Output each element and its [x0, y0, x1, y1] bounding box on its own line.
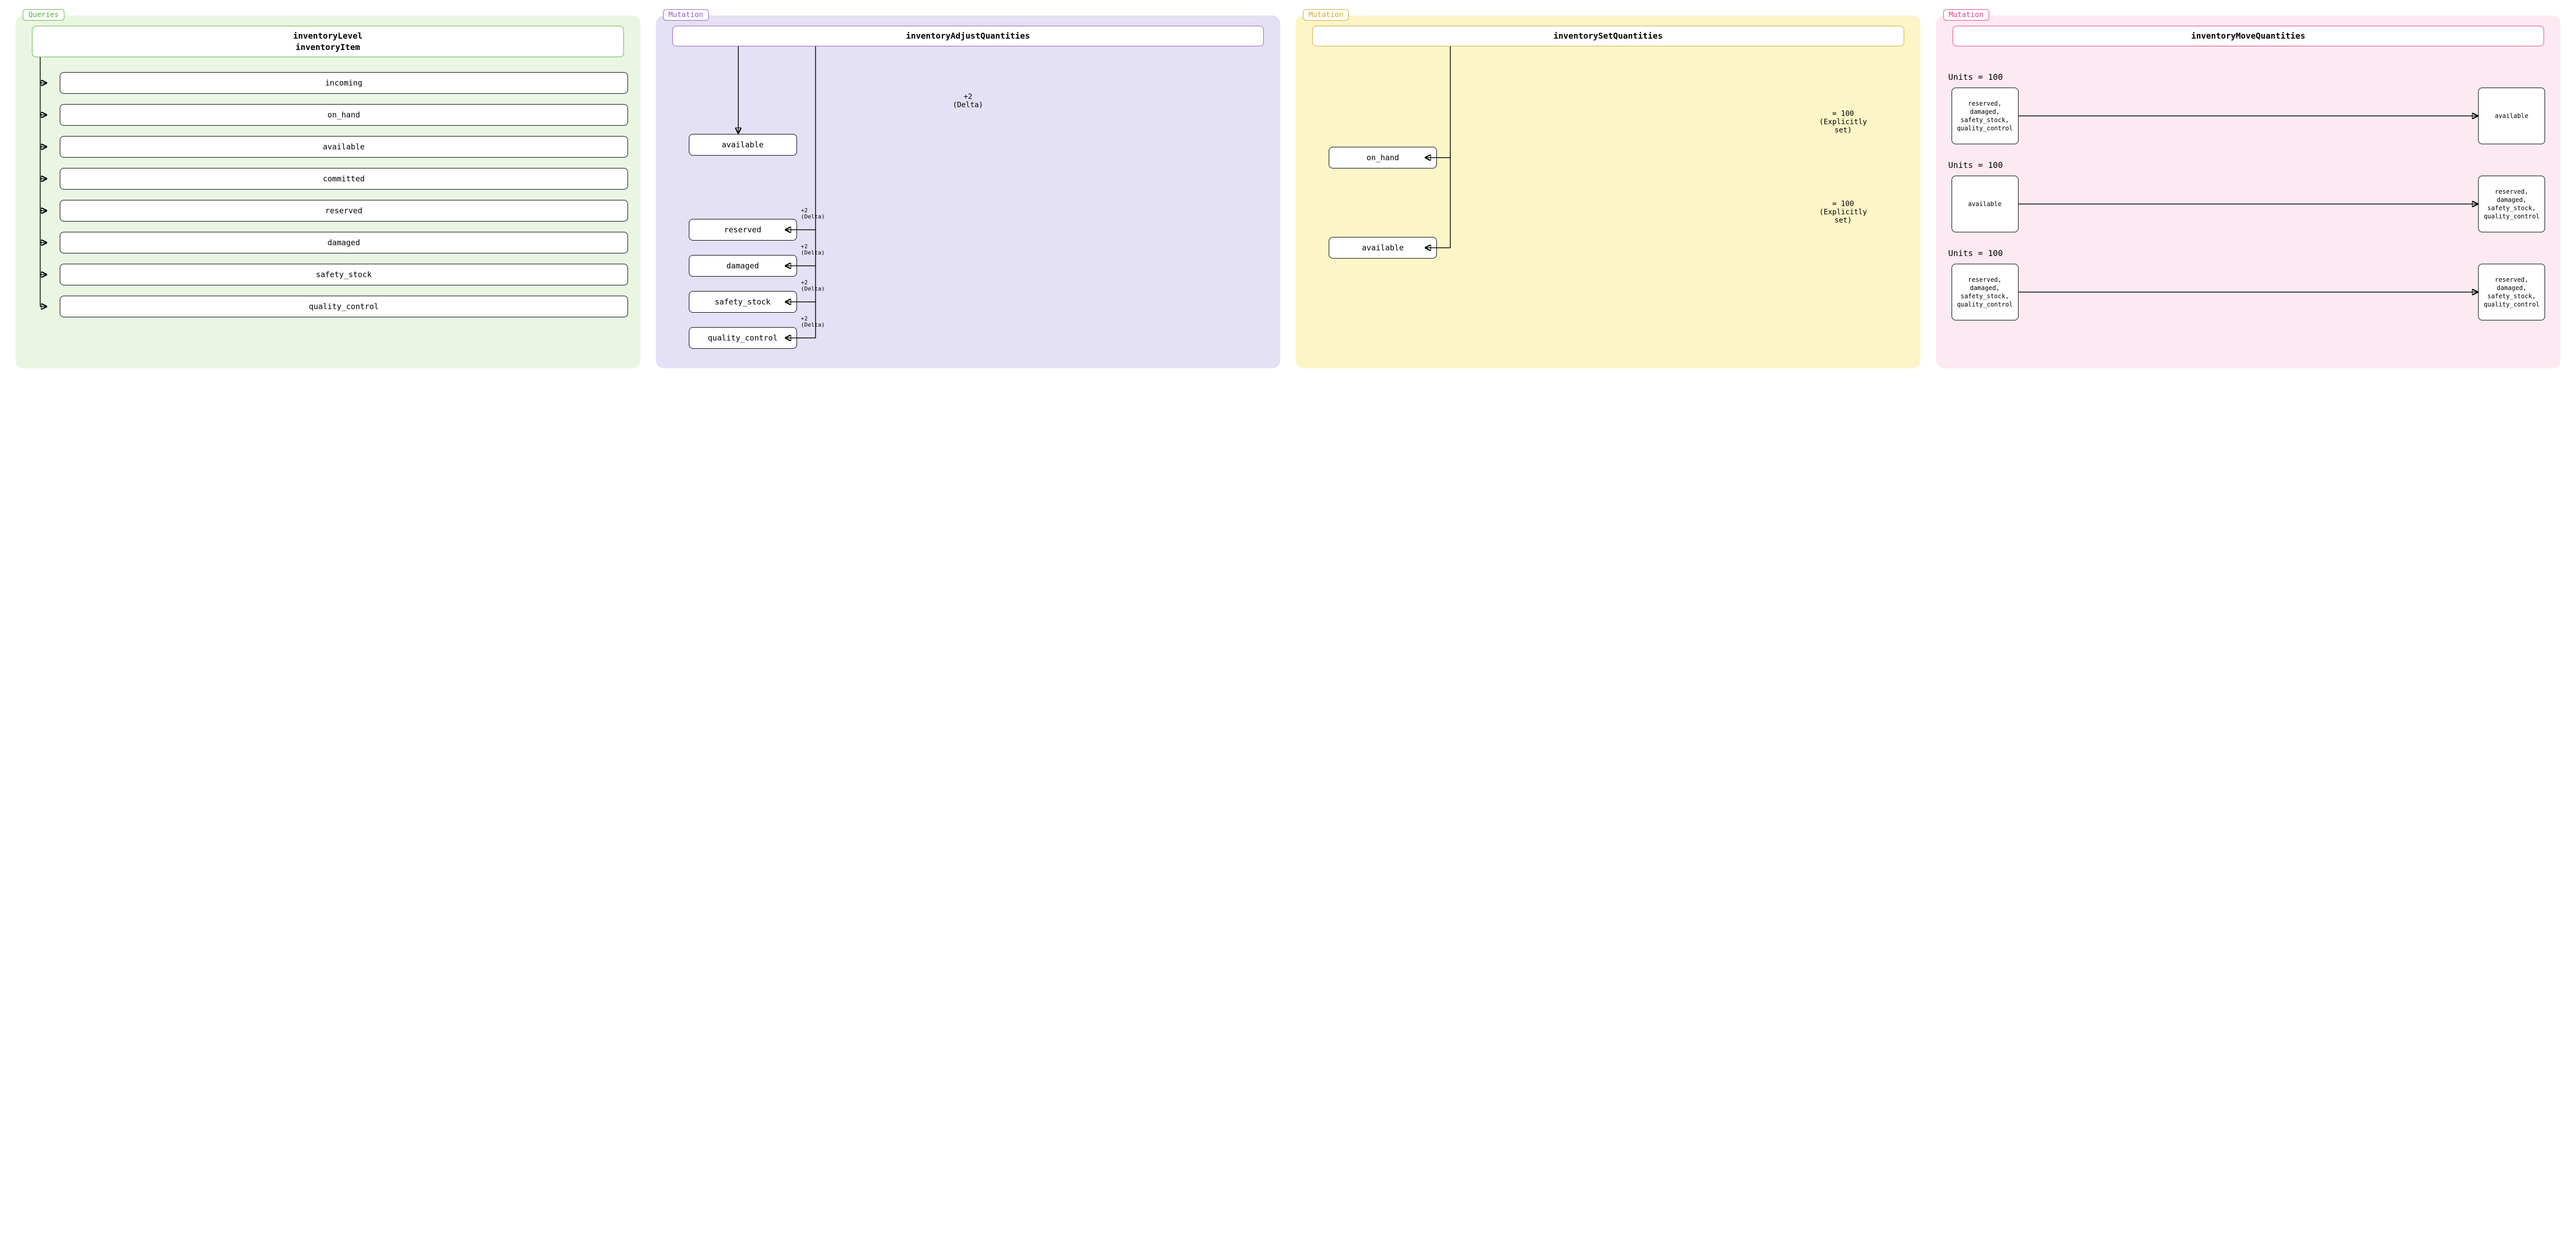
set-label: = 100 (Explicitly set) [1807, 110, 1879, 134]
units-label: Units = 100 [1948, 248, 2549, 258]
state-node: damaged [60, 232, 628, 253]
state-node: damaged [689, 255, 797, 277]
state-node: committed [60, 168, 628, 190]
move-from-node: available [1952, 176, 2019, 232]
panel-tag: Mutation [663, 9, 709, 21]
move-from-node: reserved, damaged, safety_stock, quality… [1952, 264, 2019, 320]
panel-tag: Mutation [1303, 9, 1349, 21]
delta-label: +2 (Delta) [801, 280, 825, 292]
state-node: quality_control [689, 327, 797, 349]
state-node: quality_control [60, 296, 628, 317]
set-label: = 100 (Explicitly set) [1807, 200, 1879, 225]
diagram-canvas: Queries inventoryLevel inventoryItem inc… [15, 15, 2561, 368]
panel-adjust: Mutation inventoryAdjustQuantities +2 (D… [656, 15, 1281, 368]
delta-label: +2 (Delta) [801, 244, 825, 256]
state-node: available [60, 136, 628, 158]
panel-header: inventoryMoveQuantities [1953, 26, 2545, 46]
panel-tag: Queries [23, 9, 64, 21]
move-from-node: reserved, damaged, safety_stock, quality… [1952, 88, 2019, 144]
panel-tag: Mutation [1943, 9, 1989, 21]
units-label: Units = 100 [1948, 72, 2549, 82]
panel-queries: Queries inventoryLevel inventoryItem inc… [15, 15, 640, 368]
panel-header: inventoryAdjustQuantities [672, 26, 1264, 46]
panel-move: Mutation inventoryMoveQuantities Units =… [1936, 15, 2561, 368]
state-node: on_hand [1329, 147, 1437, 168]
state-node: safety_stock [60, 264, 628, 285]
state-node: on_hand [60, 104, 628, 126]
state-node: safety_stock [689, 291, 797, 313]
move-to-node: reserved, damaged, safety_stock, quality… [2478, 264, 2545, 320]
panel-set: Mutation inventorySetQuantities on_hand=… [1296, 15, 1921, 368]
delta-label: +2 (Delta) [801, 316, 825, 328]
units-label: Units = 100 [1948, 160, 2549, 170]
state-node: reserved [60, 200, 628, 222]
delta-label: +2 (Delta) [801, 208, 825, 220]
panel-header: inventoryLevel inventoryItem [32, 26, 624, 57]
panel-header: inventorySetQuantities [1312, 26, 1904, 46]
state-node: reserved [689, 219, 797, 241]
move-to-node: reserved, damaged, safety_stock, quality… [2478, 176, 2545, 232]
state-node: available [689, 134, 797, 156]
move-to-node: available [2478, 88, 2545, 144]
delta-label: +2 (Delta) [668, 93, 1268, 109]
state-node: available [1329, 237, 1437, 259]
state-node: incoming [60, 72, 628, 94]
